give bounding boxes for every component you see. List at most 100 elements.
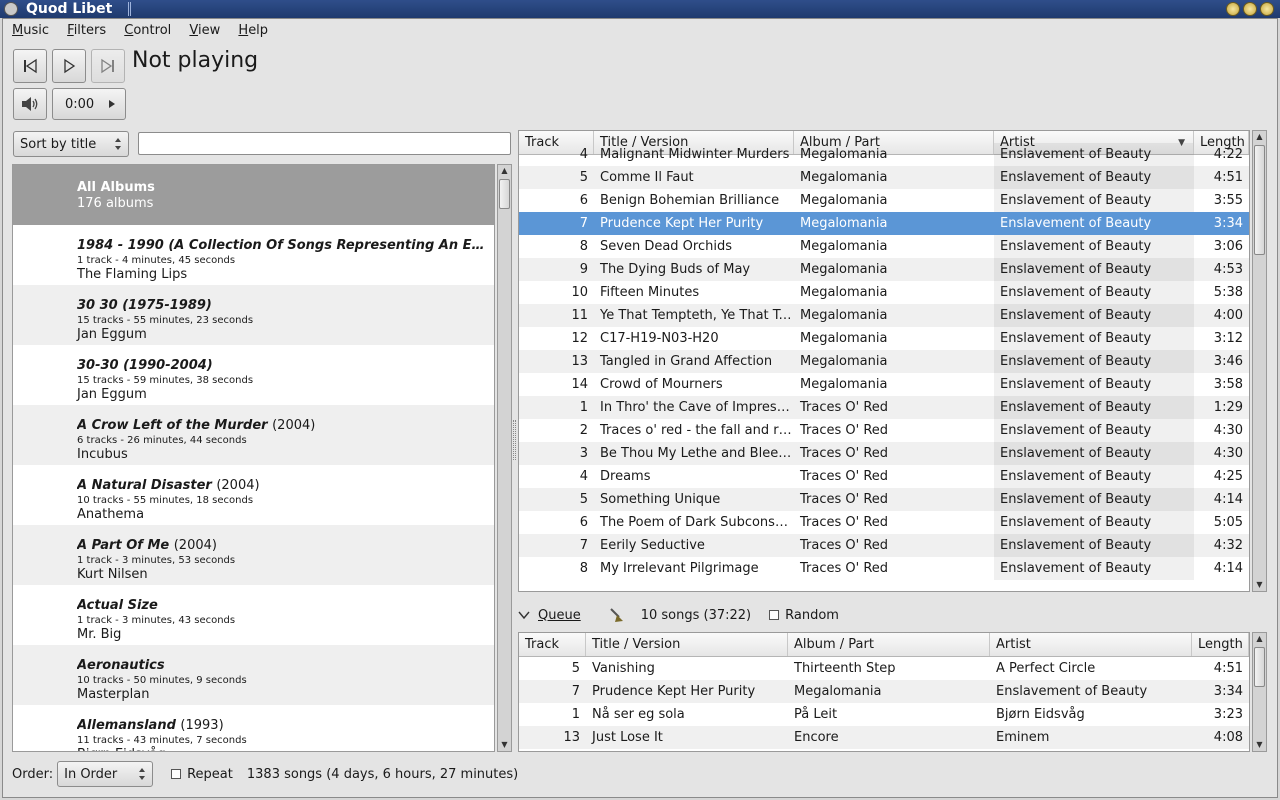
table-row[interactable]: 5 Comme Il Faut Megalomania Enslavement of …	[519, 166, 1249, 189]
maximize-icon[interactable]	[1243, 2, 1257, 16]
table-row[interactable]: 6 The Poem of Dark Subconsciousness Traces…	[519, 511, 1249, 534]
table-row[interactable]: 1 In Thro' the Cave of Impressions Traces …	[519, 396, 1249, 419]
table-row[interactable]: 7 Prudence Kept Her Purity Megalomania Ensl…	[519, 212, 1249, 235]
table-row[interactable]: 8 My Irrelevant Pilgrimage Traces O' Red En…	[519, 557, 1249, 580]
cell-title: Fifteen Minutes	[600, 285, 700, 300]
search-input[interactable]	[138, 132, 511, 155]
album-list-scroll-thumb[interactable]	[499, 179, 510, 209]
column-header-album-part[interactable]: Album / Part	[788, 633, 990, 656]
cell-track: 5	[571, 661, 580, 676]
close-icon[interactable]	[1260, 2, 1274, 16]
cell-artist: Enslavement of Beauty	[1000, 216, 1152, 231]
cell-album: Traces O' Red	[800, 400, 889, 415]
random-label[interactable]: Random	[785, 608, 839, 623]
column-header-title-version[interactable]: Title / Version	[586, 633, 788, 656]
expander-down-icon[interactable]	[518, 610, 530, 620]
volume-button[interactable]	[13, 88, 47, 120]
album-item[interactable]: 30-30 (1990-2004) 15 tracks - 59 minutes,…	[13, 345, 494, 405]
scroll-down-arrow-icon[interactable]: ▼	[1253, 579, 1266, 591]
menu-filters[interactable]: Filters	[67, 22, 106, 40]
album-list-scrollbar[interactable]: ▲ ▼	[497, 164, 512, 752]
play-button[interactable]	[52, 49, 86, 83]
cell-artist: Enslavement of Beauty	[994, 350, 1194, 373]
table-row[interactable]: 7 Prudence Kept Her Purity Megalomania Ensl…	[519, 680, 1249, 703]
album-item[interactable]: All Albums 176 albums	[13, 165, 494, 225]
album-item[interactable]: 30 30 (1975-1989) 15 tracks - 55 minutes,…	[13, 285, 494, 345]
column-header-artist[interactable]: Artist	[990, 633, 1192, 656]
scroll-up-arrow-icon[interactable]: ▲	[1253, 633, 1266, 645]
order-select[interactable]: In Order	[57, 761, 154, 787]
column-header-length[interactable]: Length	[1194, 131, 1249, 154]
album-item[interactable]: Aeronautics 10 tracks - 50 minutes, 9 sec…	[13, 645, 494, 705]
menu-view[interactable]: View	[189, 22, 220, 40]
scroll-down-arrow-icon[interactable]: ▼	[1253, 739, 1266, 751]
column-header-length[interactable]: Length	[1192, 633, 1249, 656]
cell-album: Megalomania	[800, 377, 888, 392]
column-header-title-version[interactable]: Title / Version	[594, 131, 794, 154]
album-title: Aeronautics	[77, 658, 486, 674]
song-list-scrollbar[interactable]: ▲ ▼	[1252, 130, 1267, 592]
scroll-up-arrow-icon[interactable]: ▲	[1253, 131, 1266, 143]
table-row[interactable]: 14 Crowd of Mourners Megalomania Enslavemen…	[519, 373, 1249, 396]
sort-select[interactable]: Sort by title	[13, 131, 129, 157]
table-row[interactable]: 4 Dreams Traces O' Red Enslavement of Beaut…	[519, 465, 1249, 488]
table-row[interactable]: 9 The Dying Buds of May Megalomania Enslave…	[519, 258, 1249, 281]
menu-control[interactable]: Control	[124, 22, 171, 40]
song-list[interactable]: Track Title / Version Album / Part Artist ▼ L…	[518, 130, 1250, 592]
table-row[interactable]: 13 Just Lose It Encore Eminem 4:08	[519, 726, 1249, 749]
table-row[interactable]: 13 Tangled in Grand Affection Megalomania E…	[519, 350, 1249, 373]
album-item[interactable]: Allemansland (1993) 11 tracks - 43 minute…	[13, 705, 494, 751]
table-row[interactable]: 3 Be Thou My Lethe and Bleeding Heart Trac…	[519, 442, 1249, 465]
table-row[interactable]: 12 C17-H19-N03-H20 Megalomania Enslavement …	[519, 327, 1249, 350]
next-button[interactable]	[91, 49, 125, 83]
queue-list-scroll-thumb[interactable]	[1254, 647, 1265, 687]
column-header-track[interactable]: Track	[519, 131, 594, 154]
menu-help[interactable]: Help	[238, 22, 268, 40]
cell-title: Nå ser eg sola	[592, 707, 685, 722]
album-year: (1993)	[180, 718, 224, 733]
queue-list-scrollbar[interactable]: ▲ ▼	[1252, 632, 1267, 752]
album-item[interactable]: A Part Of Me (2004) 1 track - 3 minutes, …	[13, 525, 494, 585]
album-item[interactable]: 1984 - 1990 (A Collection Of Songs Repre…	[13, 225, 494, 285]
repeat-checkbox[interactable]	[171, 769, 182, 779]
table-row[interactable]: 1 Nå ser eg sola På Leit Bjørn Eidsvåg 3:23	[519, 703, 1249, 726]
broom-icon[interactable]	[607, 607, 625, 623]
scroll-up-arrow-icon[interactable]: ▲	[498, 165, 511, 177]
column-header-artist[interactable]: Artist ▼	[994, 131, 1194, 154]
cell-album: Megalomania	[800, 262, 888, 277]
seek-button[interactable]: 0:00	[52, 88, 126, 120]
album-item[interactable]: Actual Size 1 track - 3 minutes, 43 secon…	[13, 585, 494, 645]
album-item[interactable]: A Crow Left of the Murder (2004) 6 tracks…	[13, 405, 494, 465]
queue-list[interactable]: Track Title / Version Album / Part Artist Le…	[518, 632, 1250, 752]
table-row[interactable]: 2 Traces o' red - the fall and rise Traces…	[519, 419, 1249, 442]
album-item[interactable]: A Natural Disaster (2004) 10 tracks - 55 …	[13, 465, 494, 525]
minimize-icon[interactable]	[1226, 2, 1240, 16]
cell-artist: Enslavement of Beauty	[994, 258, 1194, 281]
cell-length: 4:32	[1213, 538, 1243, 553]
scroll-down-arrow-icon[interactable]: ▼	[498, 739, 511, 751]
table-row[interactable]: 11 Ye That Tempteth, Ye That Tormenteth Me…	[519, 304, 1249, 327]
table-row[interactable]: 8 Seven Dead Orchids Megalomania Enslavemen…	[519, 235, 1249, 258]
cell-track: 12	[571, 331, 588, 346]
cell-artist: Eminem	[996, 730, 1050, 745]
pane-splitter-handle[interactable]	[513, 420, 516, 460]
cell-track: 7	[571, 684, 580, 699]
table-row[interactable]: 6 Benign Bohemian Brilliance Megalomania En…	[519, 189, 1249, 212]
table-row[interactable]: 10 Fifteen Minutes Megalomania Enslavement …	[519, 281, 1249, 304]
column-header-album-part[interactable]: Album / Part	[794, 131, 994, 154]
table-row[interactable]: 7 Eerily Seductive Traces O' Red Enslavemen…	[519, 534, 1249, 557]
random-checkbox[interactable]	[769, 610, 780, 620]
cell-length: 3:34	[1213, 216, 1243, 231]
repeat-label[interactable]: Repeat	[187, 767, 233, 782]
album-list[interactable]: All Albums 176 albums 1984 - 1990 (A Colle…	[12, 164, 495, 752]
previous-button[interactable]	[13, 49, 47, 83]
song-list-scroll-thumb[interactable]	[1254, 145, 1265, 255]
title-bar[interactable]: Quod Libet	[0, 0, 1280, 18]
window-menu-icon[interactable]	[4, 2, 18, 16]
cell-album: Traces O' Red	[800, 538, 889, 553]
queue-expander-label[interactable]: Queue	[538, 608, 581, 623]
menu-music[interactable]: Music	[12, 22, 49, 40]
column-header-track[interactable]: Track	[519, 633, 586, 656]
table-row[interactable]: 5 Something Unique Traces O' Red Enslavemen…	[519, 488, 1249, 511]
table-row[interactable]: 5 Vanishing Thirteenth Step A Perfect Circl…	[519, 657, 1249, 680]
